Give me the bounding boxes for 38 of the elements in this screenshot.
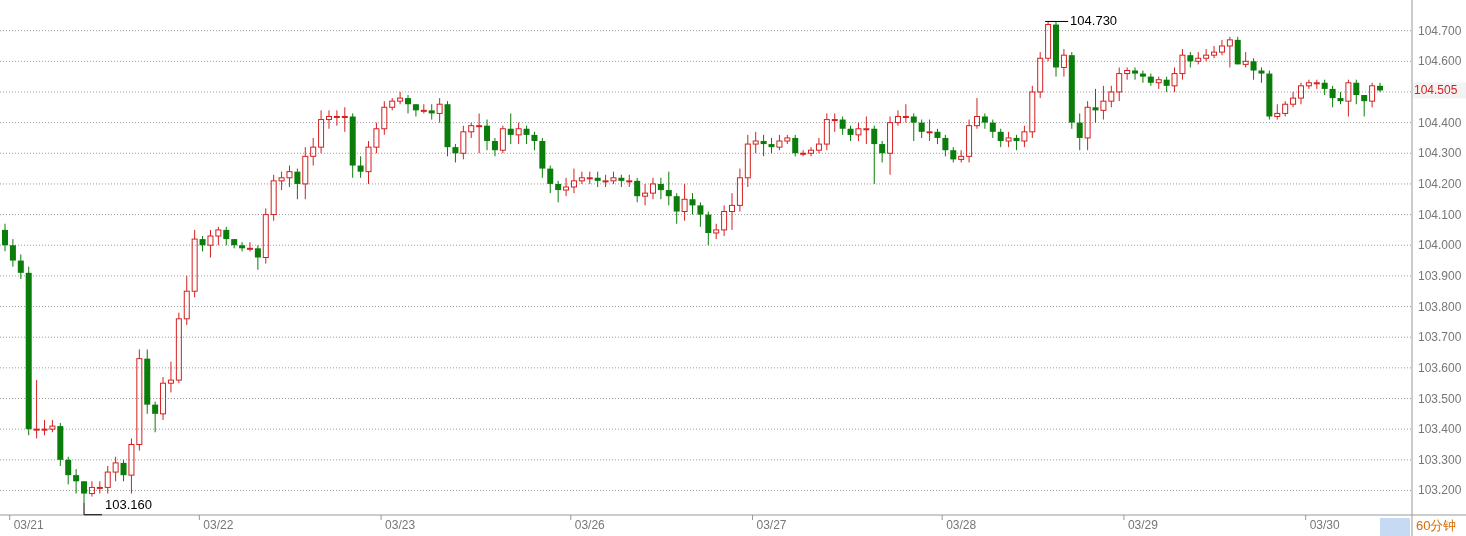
x-axis-label: 03/30 <box>1305 514 1340 532</box>
x-axis-label: 03/21 <box>9 514 44 532</box>
min-price-label: 103.160 <box>105 496 152 512</box>
y-axis-label: 103.700 <box>1418 330 1462 345</box>
y-axis-label: 104.600 <box>1418 54 1462 69</box>
y-axis-label: 104.000 <box>1418 238 1462 253</box>
x-tick-label: 03/22 <box>203 518 234 532</box>
y-axis-label: 103.900 <box>1418 268 1462 283</box>
y-axis-label: 103.400 <box>1418 422 1462 437</box>
x-tick-label: 03/29 <box>1127 518 1159 532</box>
x-axis-label: 03/23 <box>380 514 416 532</box>
y-axis-label: 103.500 <box>1418 391 1462 406</box>
range-handle[interactable] <box>1380 518 1410 536</box>
max-price-label: 104.730 <box>1070 13 1118 29</box>
leader-line <box>83 502 103 516</box>
x-tick-label: 03/30 <box>1309 518 1341 532</box>
x-tick-label: 03/21 <box>13 518 45 532</box>
y-axis-label: 103.300 <box>1418 452 1462 467</box>
y-axis-label: 104.100 <box>1418 207 1462 222</box>
x-axis-label: 03/27 <box>752 514 787 532</box>
x-tick-label: 03/23 <box>385 518 416 532</box>
x-axis-label: 03/29 <box>1123 514 1158 532</box>
y-axis-label: 103.800 <box>1418 299 1462 314</box>
x-axis-label: 03/28 <box>941 514 977 532</box>
x-axis-label: 03/26 <box>570 514 605 532</box>
y-axis-label: 103.200 <box>1418 483 1462 498</box>
x-axis-label: 03/22 <box>198 514 234 532</box>
y-axis-label: 104.400 <box>1418 115 1462 130</box>
y-axis-label: 103.600 <box>1418 360 1462 375</box>
period-label: 60分钟 <box>1416 518 1457 533</box>
x-tick-label: 03/27 <box>756 518 787 532</box>
x-tick-label: 03/28 <box>946 518 977 532</box>
y-axis-label: 104.200 <box>1418 176 1462 191</box>
leader-line <box>1044 20 1069 22</box>
y-axis-label: 104.700 <box>1418 23 1462 38</box>
x-tick-label: 03/26 <box>574 518 606 532</box>
y-axis-label: 104.300 <box>1418 146 1462 161</box>
current-price-tag: 104.505 <box>1413 82 1466 99</box>
